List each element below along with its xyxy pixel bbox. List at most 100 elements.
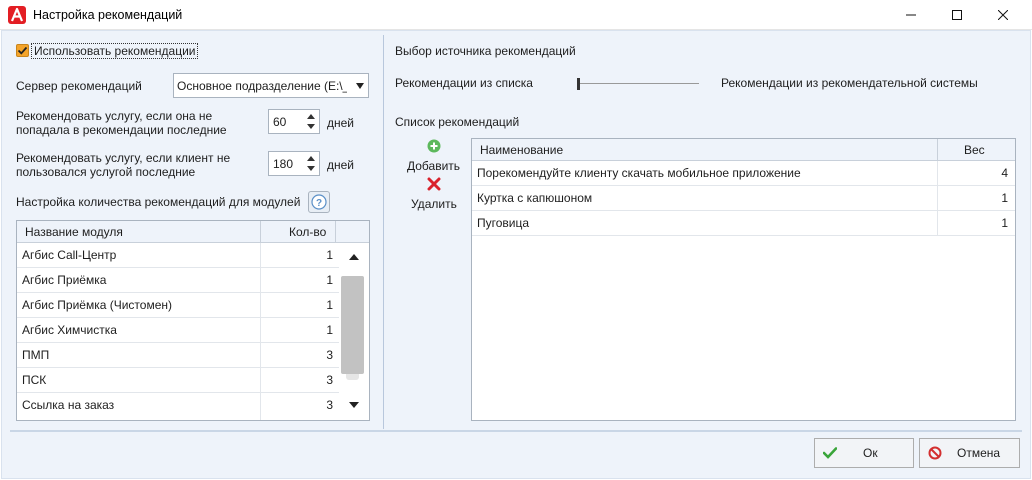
recommend-not-used-label-line1: Рекомендовать услугу, если клиент не	[16, 151, 231, 165]
rec-weight: 1	[1001, 191, 1008, 205]
module-name: Ссылка на заказ	[22, 398, 115, 412]
maximize-icon	[952, 10, 962, 20]
add-button[interactable]: Добавить	[404, 138, 464, 174]
recommend-not-used-value: 180	[273, 157, 294, 171]
recommend-not-used-unit: дней	[327, 158, 355, 172]
module-name: ПСК	[22, 373, 47, 387]
cancel-icon	[928, 446, 942, 460]
modules-setup-label: Настройка количества рекомендаций для мо…	[16, 195, 301, 209]
column-separator	[260, 221, 261, 243]
scroll-up-icon	[349, 254, 359, 260]
rec-weight: 4	[1001, 166, 1008, 180]
spin-down-icon[interactable]	[307, 166, 315, 171]
module-count: 1	[326, 248, 333, 262]
spin-down-icon[interactable]	[307, 124, 315, 129]
rec-list-title: Список рекомендаций	[395, 115, 520, 129]
close-icon	[998, 10, 1008, 20]
rec-name: Пуговица	[477, 216, 530, 230]
table-row[interactable]: ПСК 3	[17, 368, 339, 393]
ok-button[interactable]: Ок	[814, 438, 914, 468]
table-row[interactable]: Куртка с капюшоном 1	[472, 186, 1015, 211]
rec-grid-header: Наименование Вес	[472, 139, 1015, 161]
spin-up-icon[interactable]	[307, 114, 315, 119]
modules-grid-header: Название модуля Кол-во	[17, 221, 369, 243]
scrollbar-thumb-end	[346, 374, 359, 380]
app-logo-icon	[8, 6, 26, 24]
spin-up-icon[interactable]	[307, 156, 315, 161]
dropdown-arrow-icon	[356, 83, 364, 89]
cancel-button-label: Отмена	[957, 446, 1001, 460]
module-count: 1	[326, 323, 333, 337]
module-name: Агбис Call-Центр	[22, 248, 117, 262]
checkmark-icon	[17, 46, 28, 55]
window-title: Настройка рекомендаций	[33, 8, 183, 22]
table-row[interactable]: Пуговица 1	[472, 211, 1015, 236]
server-select[interactable]: Основное подразделение (E:\_F	[173, 73, 369, 98]
module-count: 1	[326, 298, 333, 312]
use-recommendations-label[interactable]: Использовать рекомендации	[31, 43, 199, 59]
table-row[interactable]: Ссылка на заказ 3	[17, 393, 339, 418]
table-row[interactable]: Агбис Химчистка 1	[17, 318, 339, 343]
vertical-scrollbar[interactable]	[339, 243, 369, 420]
source-slider-track[interactable]	[577, 83, 699, 84]
maximize-button[interactable]	[934, 0, 980, 30]
column-separator	[335, 221, 336, 243]
ok-button-label: Ок	[863, 446, 878, 460]
module-name: ПМП	[22, 348, 50, 362]
server-label: Сервер рекомендаций	[16, 79, 142, 93]
recommendations-grid: Наименование Вес Порекомендуйте клиенту …	[471, 138, 1016, 421]
module-count: 1	[326, 273, 333, 287]
module-name: Агбис Приёмка	[22, 273, 107, 287]
use-recommendations-checkbox[interactable]	[16, 44, 29, 57]
module-count: 3	[326, 348, 333, 362]
plus-icon	[427, 139, 441, 153]
module-count: 3	[326, 373, 333, 387]
table-row[interactable]: Агбис Call-Центр 1	[17, 243, 339, 268]
title-bar: Настройка рекомендаций	[0, 0, 1032, 30]
check-icon	[823, 447, 837, 459]
cancel-button[interactable]: Отмена	[919, 438, 1020, 468]
panel-divider	[383, 35, 384, 429]
source-option-system: Рекомендации из рекомендательной системы	[721, 76, 978, 90]
table-row[interactable]: Агбис Приёмка (Чистомен) 1	[17, 293, 339, 318]
source-title: Выбор источника рекомендаций	[395, 44, 576, 58]
delete-button[interactable]: Удалить	[404, 176, 464, 212]
scrollbar-thumb[interactable]	[341, 276, 364, 374]
table-row[interactable]: Порекомендуйте клиенту скачать мобильное…	[472, 161, 1015, 186]
recommend-not-in-label-line1: Рекомендовать услугу, если она не	[16, 109, 213, 123]
column-separator	[937, 139, 938, 161]
footer-divider	[10, 430, 1022, 432]
server-select-value: Основное подразделение (E:\_F	[177, 79, 347, 93]
minimize-icon	[906, 14, 916, 16]
column-header-module-name[interactable]: Название модуля	[25, 221, 123, 243]
rec-name: Порекомендуйте клиенту скачать мобильное…	[477, 166, 801, 180]
recommend-not-used-label-line2: пользовался услугой последние	[16, 165, 196, 179]
recommend-not-in-label-line2: попадала в рекомендации последние	[16, 123, 227, 137]
help-button[interactable]: ?	[308, 191, 330, 213]
column-header-count[interactable]: Кол-во	[289, 221, 326, 243]
help-icon: ?	[311, 194, 327, 210]
table-row[interactable]: Агбис Приёмка 1	[17, 268, 339, 293]
add-button-label: Добавить	[407, 159, 461, 173]
recommend-not-in-value: 60	[273, 115, 287, 129]
column-header-name[interactable]: Наименование	[480, 139, 563, 161]
close-button[interactable]	[980, 0, 1026, 30]
recommend-not-used-label: Рекомендовать услугу, если клиент не пол…	[16, 151, 230, 179]
table-row[interactable]: ПМП 3	[17, 343, 339, 368]
module-count: 3	[326, 398, 333, 412]
minimize-button[interactable]	[888, 0, 934, 30]
recommend-not-in-unit: дней	[327, 116, 355, 130]
rec-name: Куртка с капюшоном	[477, 191, 593, 205]
module-name: Агбис Приёмка (Чистомен)	[22, 298, 173, 312]
modules-grid: Название модуля Кол-во Агбис Call-Центр …	[16, 220, 370, 421]
recommend-not-used-stepper[interactable]: 180	[268, 151, 320, 176]
delete-x-icon	[427, 177, 441, 191]
recommend-not-in-label: Рекомендовать услугу, если она не попада…	[16, 109, 227, 137]
rec-weight: 1	[1001, 216, 1008, 230]
column-header-weight[interactable]: Вес	[964, 139, 985, 161]
scroll-down-icon	[349, 402, 359, 408]
source-option-list: Рекомендации из списка	[395, 76, 533, 90]
delete-button-label: Удалить	[411, 197, 457, 211]
recommend-not-in-stepper[interactable]: 60	[268, 109, 320, 134]
source-slider-thumb[interactable]	[577, 78, 580, 90]
